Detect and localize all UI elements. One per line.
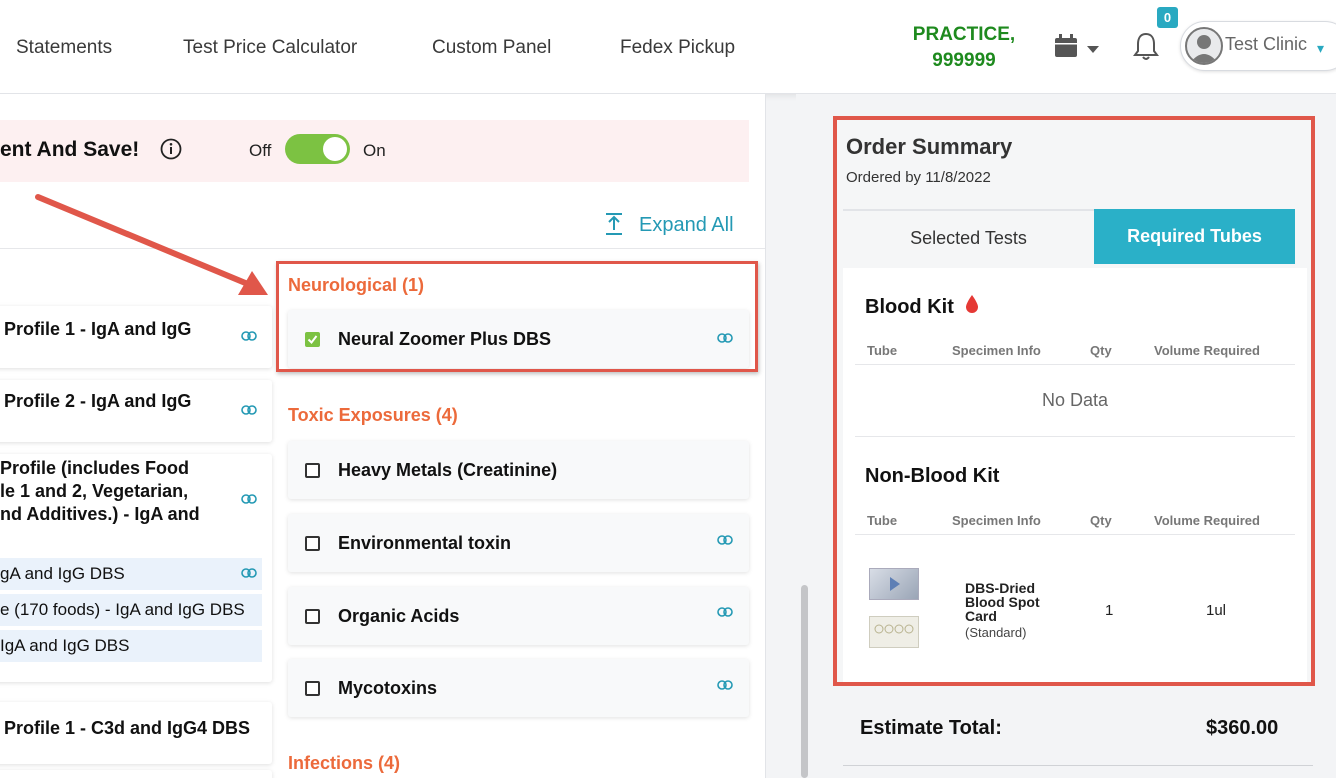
qty-value: 1 <box>1105 602 1114 619</box>
link-icon[interactable] <box>717 535 733 545</box>
summary-title: Order Summary <box>846 134 1013 159</box>
column-header: Specimen Info <box>952 343 1041 358</box>
avatar <box>1185 27 1223 65</box>
link-icon[interactable] <box>717 680 733 690</box>
link-icon[interactable] <box>241 405 257 415</box>
nav-statements[interactable]: Statements <box>16 37 112 59</box>
test-card[interactable]: Profile 1 - C3d and IgG4 DBS <box>0 702 272 764</box>
test-selection-panel: ent And Save! Off On Expand All Profile … <box>0 94 766 778</box>
estimate-label: Estimate Total: <box>860 717 1002 739</box>
specimen-sub: (Standard) <box>965 625 1027 640</box>
test-name: Profile 1 - IgA and IgG <box>4 319 192 339</box>
link-icon[interactable] <box>717 607 733 617</box>
sub-test-name: e (170 foods) - IgA and IgG DBS <box>0 600 245 619</box>
column-header: Volume Required <box>1154 513 1260 528</box>
ordered-by: Ordered by 11/8/2022 <box>846 169 991 186</box>
scrollbar-thumb[interactable] <box>801 585 808 778</box>
tab-selected-tests[interactable]: Selected Tests <box>843 209 1094 264</box>
order-summary: Order Summary Ordered by 11/8/2022 Selec… <box>833 116 1315 686</box>
divider <box>843 765 1313 766</box>
dbs-kit-image <box>869 568 919 600</box>
info-icon[interactable] <box>160 138 182 165</box>
top-navigation-bar: Statements Test Price Calculator Custom … <box>0 0 1336 94</box>
link-icon[interactable] <box>241 331 257 341</box>
calendar-icon[interactable] <box>1054 34 1078 63</box>
test-name-line: Profile (includes Food <box>0 458 190 478</box>
list-item[interactable]: gA and IgG DBS <box>0 558 262 590</box>
nav-custom-panel[interactable]: Custom Panel <box>432 37 551 59</box>
column-header: Specimen Info <box>952 513 1041 528</box>
test-name: Profile 1 - C3d and IgG4 DBS <box>4 718 251 738</box>
checkbox[interactable] <box>305 463 320 478</box>
column-header: Volume Required <box>1154 343 1260 358</box>
summary-tabs: Selected Tests Required Tubes <box>843 209 1296 268</box>
non-blood-kit-table-header: Tube Specimen Info Qty Volume Required <box>855 509 1295 535</box>
toggle-on-label: On <box>363 141 386 160</box>
annotation-arrow-icon <box>35 194 268 295</box>
non-blood-kit-title: Non-Blood Kit <box>865 465 1000 487</box>
chevron-down-icon[interactable] <box>1087 41 1099 59</box>
user-menu[interactable]: Test Clinic ▾ <box>1180 21 1336 71</box>
kit-area: Blood Kit Tube Specimen Info Qty Volume … <box>843 268 1307 682</box>
category-infections[interactable]: Infections (4) <box>288 753 400 774</box>
user-name: Test Clinic <box>1225 34 1308 54</box>
test-card[interactable] <box>0 770 272 778</box>
column-header: Tube <box>867 343 898 358</box>
test-card[interactable]: Mycotoxins <box>288 659 749 717</box>
highlight-box <box>276 261 758 372</box>
test-name: Environmental toxin <box>338 533 512 553</box>
test-name: Heavy Metals (Creatinine) <box>338 460 558 480</box>
nav-fedex-pickup[interactable]: Fedex Pickup <box>620 37 735 59</box>
checkbox[interactable] <box>305 536 320 551</box>
test-card[interactable]: Heavy Metals (Creatinine) <box>288 441 749 499</box>
specimen-name: DBS-Dried Blood Spot Card <box>965 580 1040 624</box>
chevron-down-icon[interactable]: ▾ <box>1317 40 1324 57</box>
test-card[interactable]: Profile 1 - IgA and IgG <box>0 306 272 368</box>
blood-kit-title: Blood Kit <box>865 296 954 318</box>
column-header: Qty <box>1090 343 1112 358</box>
blood-kit-table-header: Tube Specimen Info Qty Volume Required <box>855 339 1295 365</box>
bell-icon[interactable] <box>1133 32 1159 67</box>
test-card[interactable]: Profile 2 - IgA and IgG <box>0 380 272 442</box>
checkbox[interactable] <box>305 681 320 696</box>
empty-state: No Data <box>1041 390 1109 410</box>
divider <box>855 436 1295 437</box>
test-card[interactable]: Environmental toxin <box>288 514 749 572</box>
practice-name: PRACTICE, <box>912 24 1016 45</box>
link-icon[interactable] <box>241 568 257 578</box>
sub-test-name: IgA and IgG DBS <box>0 636 130 655</box>
promo-toggle[interactable] <box>285 134 350 164</box>
category-toxic-exposures[interactable]: Toxic Exposures (4) <box>288 405 458 426</box>
practice-id: PRACTICE, 999999 <box>905 22 1023 74</box>
blood-drop-icon <box>966 295 978 313</box>
column-header: Qty <box>1090 513 1112 528</box>
volume-value: 1ul <box>1206 602 1227 619</box>
expand-icon <box>606 213 622 235</box>
test-card[interactable]: Profile (includes Food le 1 and 2, Veget… <box>0 454 272 682</box>
promo-banner: ent And Save! Off On <box>0 120 749 182</box>
test-name-line: nd Additives.) - IgA and <box>0 504 200 524</box>
notification-badge: 0 <box>1157 7 1178 28</box>
test-name-line: le 1 and 2, Vegetarian, <box>0 481 189 501</box>
expand-all-label: Expand All <box>639 214 734 236</box>
test-name: Mycotoxins <box>338 678 438 698</box>
promo-text: ent And Save! <box>0 138 140 161</box>
test-card[interactable]: Organic Acids <box>288 587 749 645</box>
estimate-total: $360.00 <box>1206 717 1279 739</box>
test-name: Organic Acids <box>338 606 460 626</box>
list-item[interactable]: IgA and IgG DBS <box>0 630 262 662</box>
checkbox[interactable] <box>305 609 320 624</box>
nav-test-price-calculator[interactable]: Test Price Calculator <box>183 37 357 59</box>
column-header: Tube <box>867 513 898 528</box>
toggle-off-label: Off <box>249 141 272 160</box>
list-item[interactable]: e (170 foods) - IgA and IgG DBS <box>0 594 262 626</box>
toggle-knob <box>323 137 347 161</box>
link-icon[interactable] <box>241 494 257 504</box>
sub-test-name: gA and IgG DBS <box>0 564 125 583</box>
test-name: Profile 2 - IgA and IgG <box>4 391 192 411</box>
tab-required-tubes[interactable]: Required Tubes <box>1094 209 1295 264</box>
practice-number: 999999 <box>932 50 996 71</box>
dbs-card-image <box>869 616 919 648</box>
